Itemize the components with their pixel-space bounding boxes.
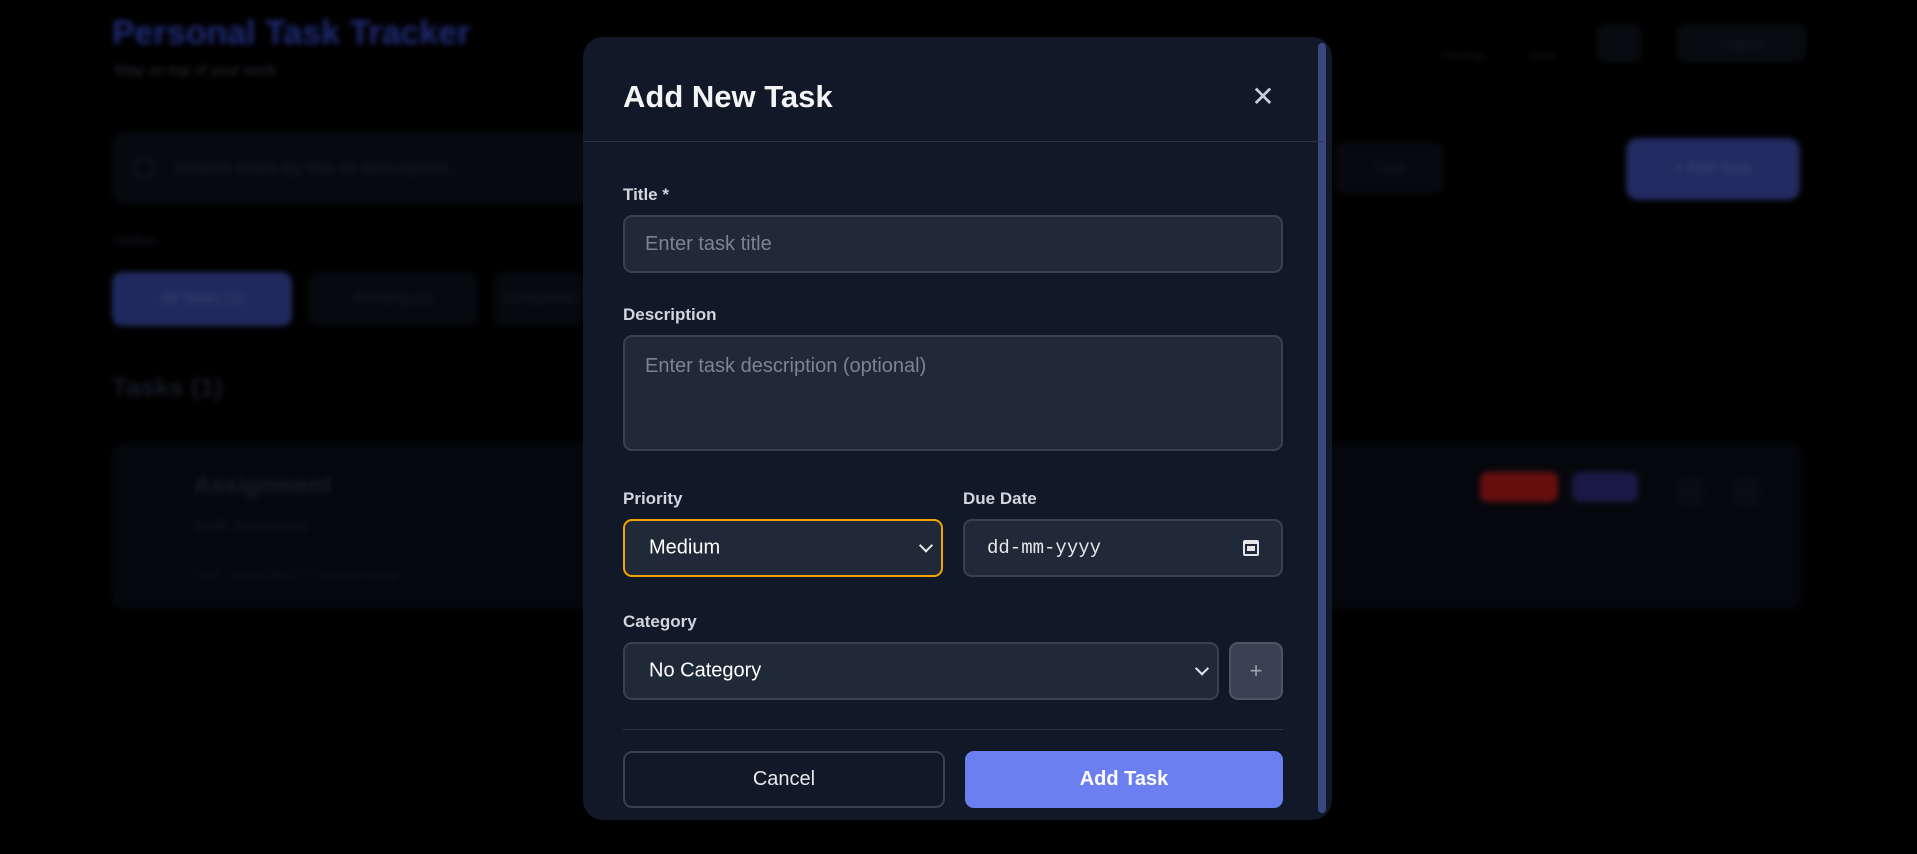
footer-divider (623, 729, 1283, 730)
stat-pending: Pending (1438, 18, 1488, 66)
app-subtitle: Stay on top of your work (114, 62, 276, 79)
status-label: Status (114, 232, 157, 249)
task-title: Assignment (194, 472, 332, 499)
theme-toggle-button[interactable] (1596, 24, 1642, 62)
description-label: Description (623, 305, 717, 324)
filter-all[interactable]: All Tasks (1) (112, 272, 292, 326)
priority-label: Priority (623, 489, 683, 508)
cancel-button[interactable]: Cancel (623, 751, 945, 808)
app-title: Personal Task Tracker (112, 14, 471, 52)
search-icon (134, 158, 154, 178)
logout-button[interactable]: Logout (1676, 24, 1806, 62)
calendar-icon[interactable] (1243, 540, 1259, 556)
modal-scrollbar[interactable] (1318, 43, 1326, 813)
priority-value: Medium (649, 536, 721, 559)
task-description-textarea[interactable] (623, 335, 1283, 451)
add-task-modal: Add New Task ✕ Title * Description Prior… (583, 37, 1332, 820)
due-date-input[interactable]: dd-mm-yyyy (963, 519, 1283, 577)
delete-icon[interactable] (1732, 478, 1760, 506)
tags-filter-button[interactable]: Tags (1334, 142, 1444, 194)
filter-completed[interactable]: Completed (494, 272, 584, 326)
add-category-button[interactable]: + (1229, 642, 1283, 700)
add-task-submit-button[interactable]: Add Task (965, 751, 1283, 808)
tasks-heading: Tasks (1) (112, 372, 223, 402)
add-task-button[interactable]: + Add Task (1626, 138, 1800, 200)
stat-label: Done (1529, 50, 1557, 62)
category-label: Category (623, 612, 697, 631)
stat-done: Done (1518, 18, 1568, 66)
chevron-down-icon (1194, 661, 1210, 676)
close-icon[interactable]: ✕ (1245, 79, 1281, 115)
task-meta: Due: 24/10/2025 • Created today (194, 566, 399, 582)
search-placeholder: Search tasks by title or description... (174, 158, 464, 178)
category-value: No Category (649, 659, 762, 682)
title-label: Title * (623, 185, 669, 204)
category-select[interactable]: No Category (623, 642, 1219, 700)
search-input[interactable]: Search tasks by title or description... (112, 132, 592, 204)
task-title-input[interactable] (623, 215, 1283, 273)
due-date-label: Due Date (963, 489, 1037, 508)
task-description: Math homework (194, 518, 308, 535)
priority-select[interactable]: Medium (623, 519, 943, 577)
filter-pending[interactable]: Pending (1) (308, 272, 478, 326)
category-badge (1572, 472, 1638, 502)
modal-header: Add New Task ✕ (583, 37, 1323, 142)
modal-title: Add New Task (623, 79, 833, 114)
due-date-placeholder: dd-mm-yyyy (987, 537, 1102, 559)
chevron-down-icon (918, 538, 934, 553)
stat-label: Pending (1442, 50, 1484, 62)
edit-icon[interactable] (1676, 478, 1704, 506)
priority-badge (1480, 472, 1558, 502)
